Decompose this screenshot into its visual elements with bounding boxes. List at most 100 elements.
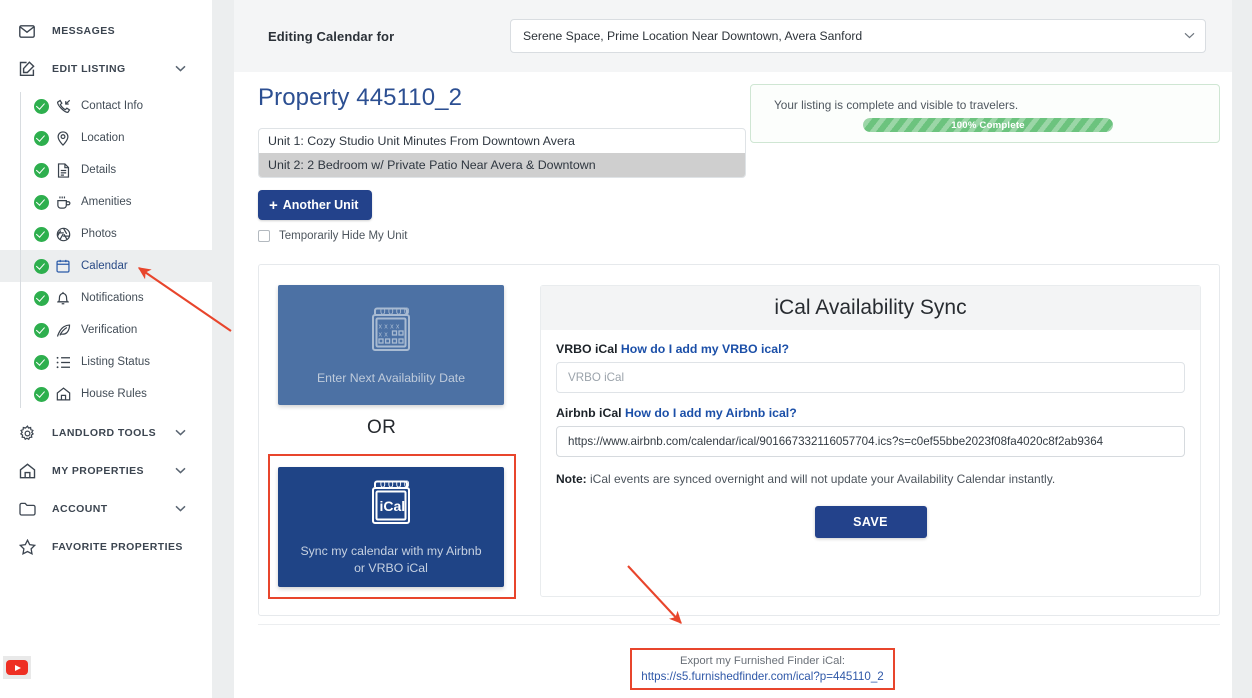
listing-select-wrap: Serene Space, Prime Location Near Downto… [510,19,1206,53]
phone-incoming-icon [54,98,72,114]
vrbo-help-link[interactable]: How do I add my VRBO ical? [621,342,789,356]
sidebar-item-contact-info[interactable]: Contact Info [0,90,212,122]
airbnb-ical-label-text: Airbnb iCal [556,406,622,420]
chevron-down-icon [175,428,186,439]
camera-aperture-icon [54,226,72,242]
add-another-unit-label: Another Unit [282,198,359,212]
play-triangle-icon [14,664,21,671]
complete-check-icon [34,98,49,114]
calendar-icon [54,258,72,274]
sidebar-item-label: Location [81,132,125,144]
list-item[interactable]: Unit 1: Cozy Studio Unit Minutes From Do… [259,129,745,153]
chevron-down-icon [175,466,186,477]
list-icon [54,354,72,370]
complete-check-icon [34,162,49,178]
edit-listing-subnav: Contact Info Location Details Amenities … [0,90,212,410]
calendar-options-card: 0000 xxxx xx Enter Next Availability Dat… [258,264,1220,616]
document-icon [54,162,72,178]
ical-sync-note-prefix: Note: [556,472,587,486]
sidebar-item-calendar[interactable]: Calendar [0,250,212,282]
svg-text:xx: xx [379,331,391,338]
ical-sync-note-text: iCal events are synced overnight and wil… [586,472,1056,486]
list-item[interactable]: Unit 2: 2 Bedroom w/ Private Patio Near … [259,153,745,177]
sidebar-item-favorite-properties[interactable]: FAVORITE PROPERTIES [0,528,212,566]
checkbox-box[interactable] [258,230,270,242]
calendar-page-body: Property 445110_2 Unit 1: Cozy Studio Un… [234,72,1232,698]
sidebar-item-account[interactable]: ACCOUNT [0,490,212,528]
vrbo-ical-input[interactable] [556,362,1185,393]
sidebar-item-label: House Rules [81,388,147,400]
sidebar-item-edit-listing[interactable]: EDIT LISTING [0,50,212,88]
airbnb-ical-input[interactable] [556,426,1185,457]
sidebar-item-notifications[interactable]: Notifications [0,282,212,314]
complete-check-icon [34,354,49,370]
sidebar-item-label: Details [81,164,117,176]
sync-ical-tile[interactable]: 0000 iCal Sync my calendar with my Airbn… [278,467,504,587]
ical-panel-title: iCal Availability Sync [774,296,967,319]
export-ical-box: Export my Furnished Finder iCal: https:/… [630,648,895,690]
editing-calendar-bar: Editing Calendar for Serene Space, Prime… [234,0,1232,72]
sidebar-item-label: Photos [81,228,117,240]
or-separator: OR [367,417,397,438]
sidebar-item-label: MY PROPERTIES [52,465,145,477]
sidebar-item-label: Amenities [81,196,132,208]
chevron-down-icon [175,504,186,515]
sidebar-item-landlord-tools[interactable]: LANDLORD TOOLS [0,414,212,452]
sidebar-item-details[interactable]: Details [0,154,212,186]
sidebar-item-photos[interactable]: Photos [0,218,212,250]
completion-progress-label: 100% Complete [951,119,1025,131]
ical-availability-sync-panel: iCal Availability Sync VRBO iCal How do … [540,285,1201,597]
sidebar-item-label: Notifications [81,292,144,304]
export-ical-link[interactable]: https://s5.furnishedfinder.com/ical?p=44… [641,669,883,685]
save-button[interactable]: SAVE [814,506,927,538]
listing-select[interactable]: Serene Space, Prime Location Near Downto… [510,19,1206,53]
calendar-x-icon: 0000 xxxx xx [359,304,423,365]
checkbox-label: Temporarily Hide My Unit [279,230,408,242]
youtube-badge[interactable] [3,656,31,679]
sync-ical-line2: or VRBO iCal [354,561,428,575]
sidebar-item-label: EDIT LISTING [52,63,126,75]
star-icon [16,537,38,557]
sidebar-item-my-properties[interactable]: MY PROPERTIES [0,452,212,490]
complete-check-icon [34,386,49,402]
complete-check-icon [34,130,49,146]
sidebar-item-label: LANDLORD TOOLS [52,427,157,439]
quill-pen-icon [54,322,72,338]
add-another-unit-button[interactable]: + Another Unit [258,190,373,220]
plus-icon: + [269,196,278,214]
airbnb-help-link[interactable]: How do I add my Airbnb ical? [625,406,797,420]
sidebar-item-messages[interactable]: MESSAGES [0,12,212,50]
bell-icon [54,290,72,306]
edit-square-icon [16,59,38,79]
home-icon [54,386,72,402]
sidebar-item-label: ACCOUNT [52,503,108,515]
temporarily-hide-unit-checkbox[interactable]: Temporarily Hide My Unit [258,230,407,242]
sidebar-item-listing-status[interactable]: Listing Status [0,346,212,378]
ical-panel-body: VRBO iCal How do I add my VRBO ical? Air… [541,330,1200,538]
right-gutter [1232,0,1252,698]
complete-check-icon [34,258,49,274]
unit-label: Unit 1: Cozy Studio Unit Minutes From Do… [268,134,575,148]
complete-check-icon [34,322,49,338]
svg-text:iCal: iCal [380,498,406,514]
youtube-play-icon [6,660,28,675]
sidebar-item-amenities[interactable]: Amenities [0,186,212,218]
chevron-down-icon [175,64,186,75]
sidebar-item-location[interactable]: Location [0,122,212,154]
airbnb-ical-label: Airbnb iCal How do I add my Airbnb ical? [556,406,1185,420]
enter-next-availability-tile[interactable]: 0000 xxxx xx Enter Next Availability Dat… [278,285,504,405]
vrbo-ical-label-text: VRBO iCal [556,342,618,356]
sidebar-item-label: Calendar [81,260,128,272]
sidebar-item-verification[interactable]: Verification [0,314,212,346]
sidebar-item-house-rules[interactable]: House Rules [0,378,212,410]
sidebar: MESSAGES EDIT LISTING Contact Info Locat… [0,0,212,698]
unit-list: Unit 1: Cozy Studio Unit Minutes From Do… [258,128,746,178]
main-content: Editing Calendar for Serene Space, Prime… [234,0,1232,698]
envelope-icon [16,21,38,41]
folder-icon [16,499,38,519]
sidebar-item-label: Contact Info [81,100,144,112]
sidebar-item-label: Verification [81,324,138,336]
page-title: Property 445110_2 [258,84,463,111]
coffee-cup-icon [54,194,72,210]
sync-ical-label: Sync my calendar with my Airbnb or VRBO … [300,543,481,577]
